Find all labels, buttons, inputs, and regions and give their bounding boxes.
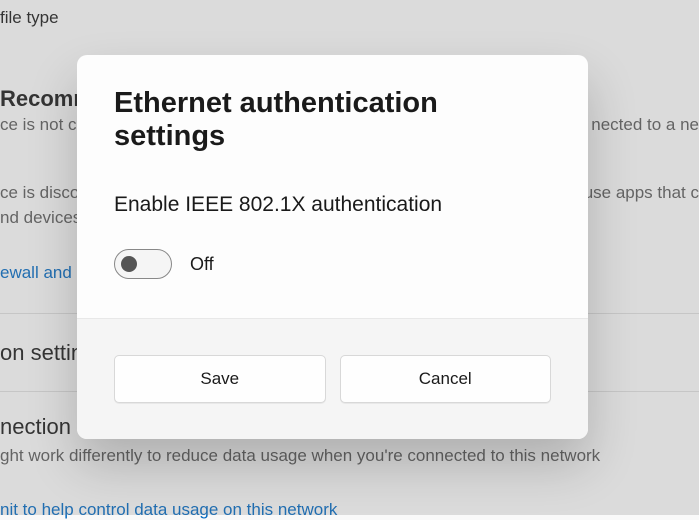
- toggle-row: Off: [114, 249, 551, 279]
- ethernet-auth-dialog: Ethernet authentication settings Enable …: [77, 55, 588, 439]
- dialog-body: Ethernet authentication settings Enable …: [77, 55, 588, 318]
- ieee-8021x-toggle[interactable]: [114, 249, 172, 279]
- dialog-footer: Save Cancel: [77, 318, 588, 439]
- cancel-button[interactable]: Cancel: [340, 355, 552, 403]
- toggle-state-label: Off: [190, 254, 214, 275]
- save-button[interactable]: Save: [114, 355, 326, 403]
- dialog-title: Ethernet authentication settings: [114, 87, 551, 153]
- ieee-8021x-label: Enable IEEE 802.1X authentication: [114, 193, 551, 217]
- toggle-thumb-icon: [121, 256, 137, 272]
